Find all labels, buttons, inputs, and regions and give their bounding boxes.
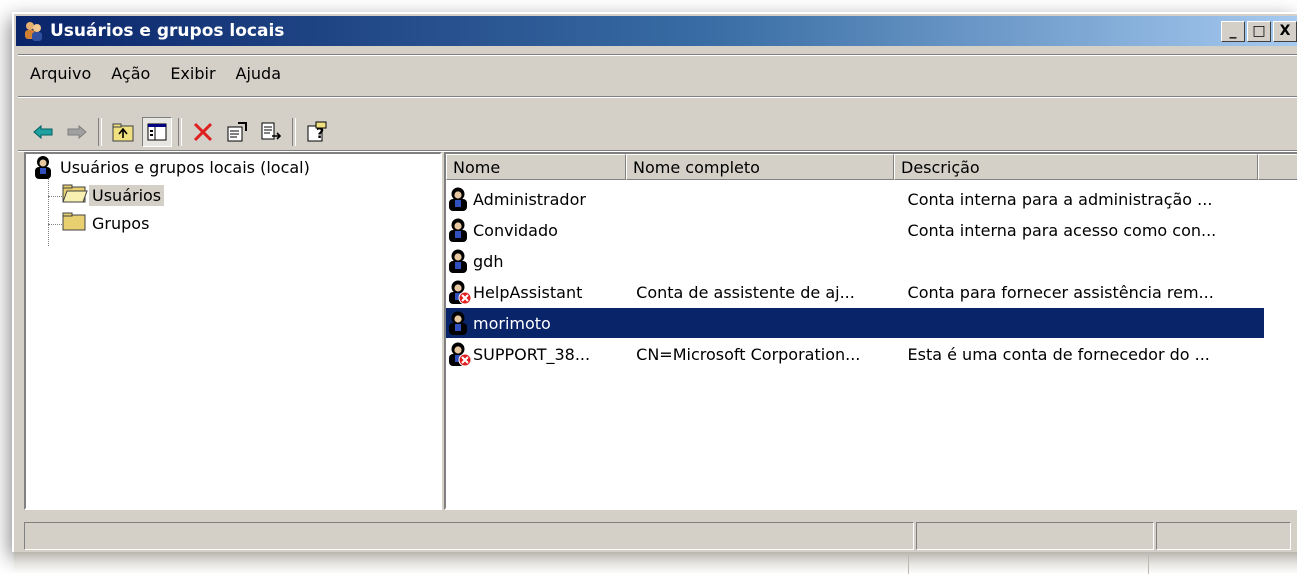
show-hide-console-tree-button[interactable] [142,117,172,147]
menu-bar: Arquivo Ação Exibir Ajuda [20,62,291,88]
help-button[interactable]: ? [302,117,332,147]
user-name: HelpAssistant [473,282,583,302]
menu-arquivo[interactable]: Arquivo [20,62,101,88]
tree-item-label: Grupos [92,213,150,233]
column-nome[interactable]: Nome [446,154,626,180]
toolbar: ? [28,115,336,149]
open-folder-icon [62,182,88,208]
cell-name: HelpAssistant [446,279,632,305]
tree-line [48,176,49,246]
forward-button[interactable] [62,117,92,147]
minimize-button[interactable]: _ [1221,20,1245,42]
disabled-user-icon [446,279,472,305]
status-bar [24,522,1297,550]
users-groups-icon [30,154,56,180]
user-icon [446,186,472,212]
delete-button[interactable] [188,117,218,147]
toolbar-separator [178,118,182,146]
user-name: Administrador [473,189,586,209]
cell-name: Administrador [446,186,632,212]
user-icon [446,248,472,274]
toolbar-separator [292,118,296,146]
user-name: Convidado [473,220,558,240]
user-icon [446,217,472,243]
cell-description: Conta para fornecer assistência rem... [907,282,1214,302]
tree-line [48,224,62,225]
user-name: gdh [473,251,504,271]
user-name: SUPPORT_38... [473,344,591,364]
table-row[interactable]: HelpAssistant Conta de assistente de aj..… [446,277,1264,307]
close-icon: X [1279,23,1291,39]
tree-line [48,196,62,197]
cell-name: gdh [446,248,632,274]
main-window: Usuários e grupos locais _ □ X Arquivo A… [12,12,1297,552]
minimize-icon: _ [1229,23,1237,39]
column-nome-completo[interactable]: Nome completo [626,154,894,180]
status-pane-2 [916,522,1154,550]
menu-separator-top [18,54,1297,56]
maximize-icon: □ [1252,23,1266,39]
user-icon [446,310,472,336]
table-row[interactable]: gdh [446,246,1264,276]
close-button[interactable]: X [1273,20,1297,42]
reflection-divider [908,552,909,574]
reflection-divider [1148,552,1149,574]
menu-ajuda[interactable]: Ajuda [226,62,292,88]
show-hide-tree-icon [147,123,167,141]
cell-name: SUPPORT_38... [446,341,632,367]
up-one-level-button[interactable] [108,117,138,147]
window-reflection [14,552,1297,574]
cell-description: Conta interna para acesso como con... [907,220,1217,240]
menu-separator-bottom [18,96,1297,98]
status-pane-3 [1156,522,1291,550]
tree-item-grupos[interactable]: Grupos [62,210,152,236]
table-row[interactable]: Convidado Conta interna para acesso como … [446,215,1264,245]
back-arrow-icon [33,124,53,140]
window-title: Usuários e grupos locais [50,21,285,41]
tree-item-label: Usuários [89,184,165,206]
title-bar[interactable]: Usuários e grupos locais _ □ X [16,16,1297,46]
delete-icon [193,122,213,142]
status-pane-main [24,522,914,550]
users-groups-icon [22,20,44,42]
cell-name: morimoto [446,310,632,336]
toolbar-separator [98,118,102,146]
table-row[interactable]: morimoto [446,308,1264,338]
tree-root[interactable]: Usuários e grupos locais (local) [30,154,313,180]
tree-root-label: Usuários e grupos locais (local) [60,157,310,177]
column-header: Nome Nome completo Descrição [446,154,1297,180]
users-list[interactable]: Nome Nome completo Descrição Administrad… [444,152,1297,510]
menu-exibir[interactable]: Exibir [160,62,225,88]
cell-description: Esta é uma conta de fornecedor do ... [907,344,1210,364]
export-list-button[interactable] [256,117,286,147]
export-list-icon [261,122,282,140]
up-folder-icon [112,123,134,142]
cell-full-name: Conta de assistente de aj... [636,282,855,302]
back-button[interactable] [28,117,58,147]
folder-icon [62,210,88,236]
user-name: morimoto [473,313,551,333]
column-descricao[interactable]: Descrição [894,154,1258,180]
column-empty[interactable] [1258,154,1297,180]
help-icon: ? [307,121,327,142]
cell-description: Conta interna para a administração ... [907,189,1213,209]
forward-arrow-icon [67,124,87,140]
properties-button[interactable] [222,117,252,147]
cell-full-name: CN=Microsoft Corporation... [636,344,861,364]
menu-acao[interactable]: Ação [101,62,160,88]
console-tree[interactable]: Usuários e grupos locais (local) Usuário… [24,152,442,510]
maximize-button[interactable]: □ [1247,20,1271,42]
disabled-user-icon [446,341,472,367]
table-row[interactable]: Administrador Conta interna para a admini… [446,184,1264,214]
cell-name: Convidado [446,217,632,243]
table-row[interactable]: SUPPORT_38... CN=Microsoft Corporation...… [446,339,1264,369]
tree-item-usuarios[interactable]: Usuários [62,182,165,208]
properties-icon [227,122,247,142]
